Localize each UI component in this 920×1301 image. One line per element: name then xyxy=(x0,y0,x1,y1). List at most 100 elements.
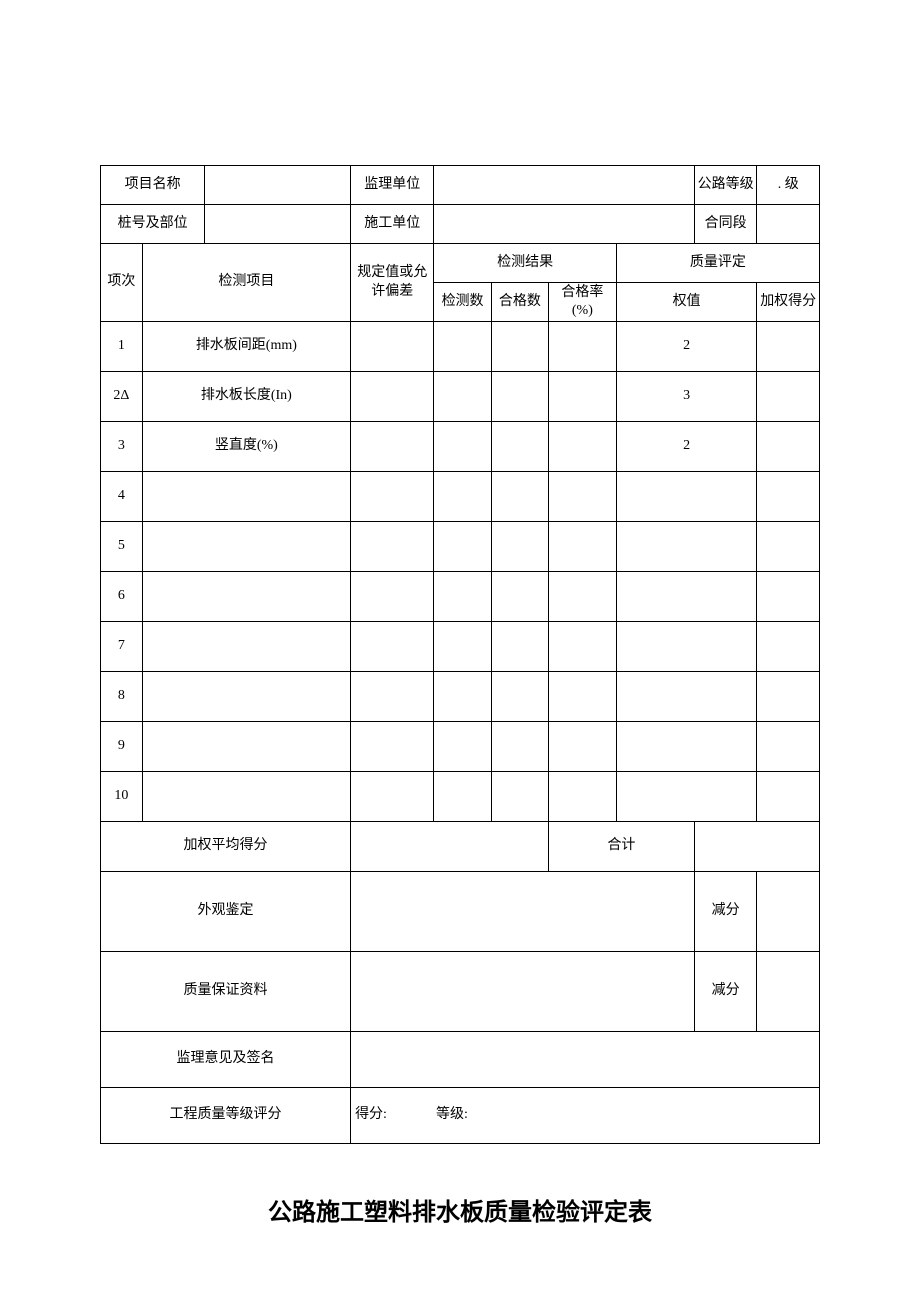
cell-weight xyxy=(616,722,757,772)
cell-score xyxy=(757,622,820,672)
col-spec: 规定值或允许偏差 xyxy=(351,244,434,322)
table-row: 3 竖直度(%) 2 xyxy=(101,422,820,472)
cell-spec xyxy=(351,372,434,422)
contract-section-value xyxy=(757,205,820,244)
appearance-value xyxy=(351,872,695,952)
cell-pass xyxy=(491,772,548,822)
qa-docs-value xyxy=(351,952,695,1032)
station-value xyxy=(205,205,351,244)
supervision-unit-value xyxy=(434,166,694,205)
cell-item xyxy=(142,722,350,772)
cell-score xyxy=(757,772,820,822)
total-label: 合计 xyxy=(549,822,695,872)
col-item-no: 项次 xyxy=(101,244,143,322)
cell-pass xyxy=(491,722,548,772)
col-pass-count: 合格数 xyxy=(491,283,548,322)
col-weight: 权值 xyxy=(616,283,757,322)
score-text: 得分: xyxy=(355,1107,387,1122)
cell-inspect xyxy=(434,772,491,822)
road-grade-value: . 级 xyxy=(757,166,820,205)
cell-weight xyxy=(616,572,757,622)
cell-no: 4 xyxy=(101,472,143,522)
cell-spec xyxy=(351,722,434,772)
weighted-avg-row: 加权平均得分 合计 xyxy=(101,822,820,872)
table-row: 4 xyxy=(101,472,820,522)
appearance-row: 外观鉴定 减分 xyxy=(101,872,820,952)
cell-rate xyxy=(549,322,617,372)
supervisor-row: 监理意见及签名 xyxy=(101,1032,820,1088)
project-name-value xyxy=(205,166,351,205)
cell-weight: 2 xyxy=(616,422,757,472)
cell-weight xyxy=(616,472,757,522)
cell-pass xyxy=(491,322,548,372)
table-row: 5 xyxy=(101,522,820,572)
cell-weight xyxy=(616,772,757,822)
col-pass-rate: 合格率(%) xyxy=(549,283,617,322)
deduct-label: 减分 xyxy=(694,872,757,952)
cell-score xyxy=(757,522,820,572)
cell-no: 5 xyxy=(101,522,143,572)
station-label: 桩号及部位 xyxy=(101,205,205,244)
cell-spec xyxy=(351,772,434,822)
cell-rate xyxy=(549,672,617,722)
deduct-value xyxy=(757,872,820,952)
table-row: 9 xyxy=(101,722,820,772)
header-row-2: 桩号及部位 施工单位 合同段 xyxy=(101,205,820,244)
cell-inspect xyxy=(434,372,491,422)
cell-weight: 2 xyxy=(616,322,757,372)
header-row-1: 项目名称 监理单位 公路等级 . 级 xyxy=(101,166,820,205)
cell-spec xyxy=(351,672,434,722)
cell-spec xyxy=(351,322,434,372)
quality-grade-row: 工程质量等级评分 得分: 等级: xyxy=(101,1088,820,1144)
cell-rate xyxy=(549,772,617,822)
cell-no: 7 xyxy=(101,622,143,672)
cell-rate xyxy=(549,572,617,622)
deduct-value xyxy=(757,952,820,1032)
cell-no: 8 xyxy=(101,672,143,722)
cell-item: 排水板长度(In) xyxy=(142,372,350,422)
cell-no: 1 xyxy=(101,322,143,372)
col-inspect-count: 检测数 xyxy=(434,283,491,322)
cell-inspect xyxy=(434,472,491,522)
table-row: 1 排水板间距(mm) 2 xyxy=(101,322,820,372)
construction-unit-value xyxy=(434,205,694,244)
cell-inspect xyxy=(434,322,491,372)
cell-item: 竖直度(%) xyxy=(142,422,350,472)
cell-inspect xyxy=(434,422,491,472)
cell-no: 9 xyxy=(101,722,143,772)
cell-no: 2Δ xyxy=(101,372,143,422)
cell-item xyxy=(142,672,350,722)
cell-weight xyxy=(616,522,757,572)
cell-spec xyxy=(351,522,434,572)
cell-rate xyxy=(549,622,617,672)
quality-grade-label: 工程质量等级评分 xyxy=(101,1088,351,1144)
deduct-label: 减分 xyxy=(694,952,757,1032)
contract-section-label: 合同段 xyxy=(694,205,757,244)
cell-item xyxy=(142,522,350,572)
cell-rate xyxy=(549,422,617,472)
cell-inspect xyxy=(434,622,491,672)
cell-rate xyxy=(549,372,617,422)
cell-inspect xyxy=(434,572,491,622)
cell-spec xyxy=(351,472,434,522)
construction-unit-label: 施工单位 xyxy=(351,205,434,244)
page-title: 公路施工塑料排水板质量检验评定表 xyxy=(100,1192,820,1227)
grade-text: 等级: xyxy=(436,1107,468,1122)
cell-item xyxy=(142,772,350,822)
column-header-row-1: 项次 检测项目 规定值或允许偏差 检测结果 质量评定 xyxy=(101,244,820,283)
cell-score xyxy=(757,372,820,422)
cell-pass xyxy=(491,672,548,722)
cell-item: 排水板间距(mm) xyxy=(142,322,350,372)
cell-spec xyxy=(351,622,434,672)
cell-score xyxy=(757,472,820,522)
cell-spec xyxy=(351,422,434,472)
weighted-avg-value xyxy=(351,822,549,872)
cell-item xyxy=(142,472,350,522)
weighted-avg-label: 加权平均得分 xyxy=(101,822,351,872)
table-row: 6 xyxy=(101,572,820,622)
col-weighted-score: 加权得分 xyxy=(757,283,820,322)
supervisor-opinion-label: 监理意见及签名 xyxy=(101,1032,351,1088)
total-value xyxy=(694,822,819,872)
supervisor-opinion-value xyxy=(351,1032,820,1088)
qa-docs-label: 质量保证资料 xyxy=(101,952,351,1032)
